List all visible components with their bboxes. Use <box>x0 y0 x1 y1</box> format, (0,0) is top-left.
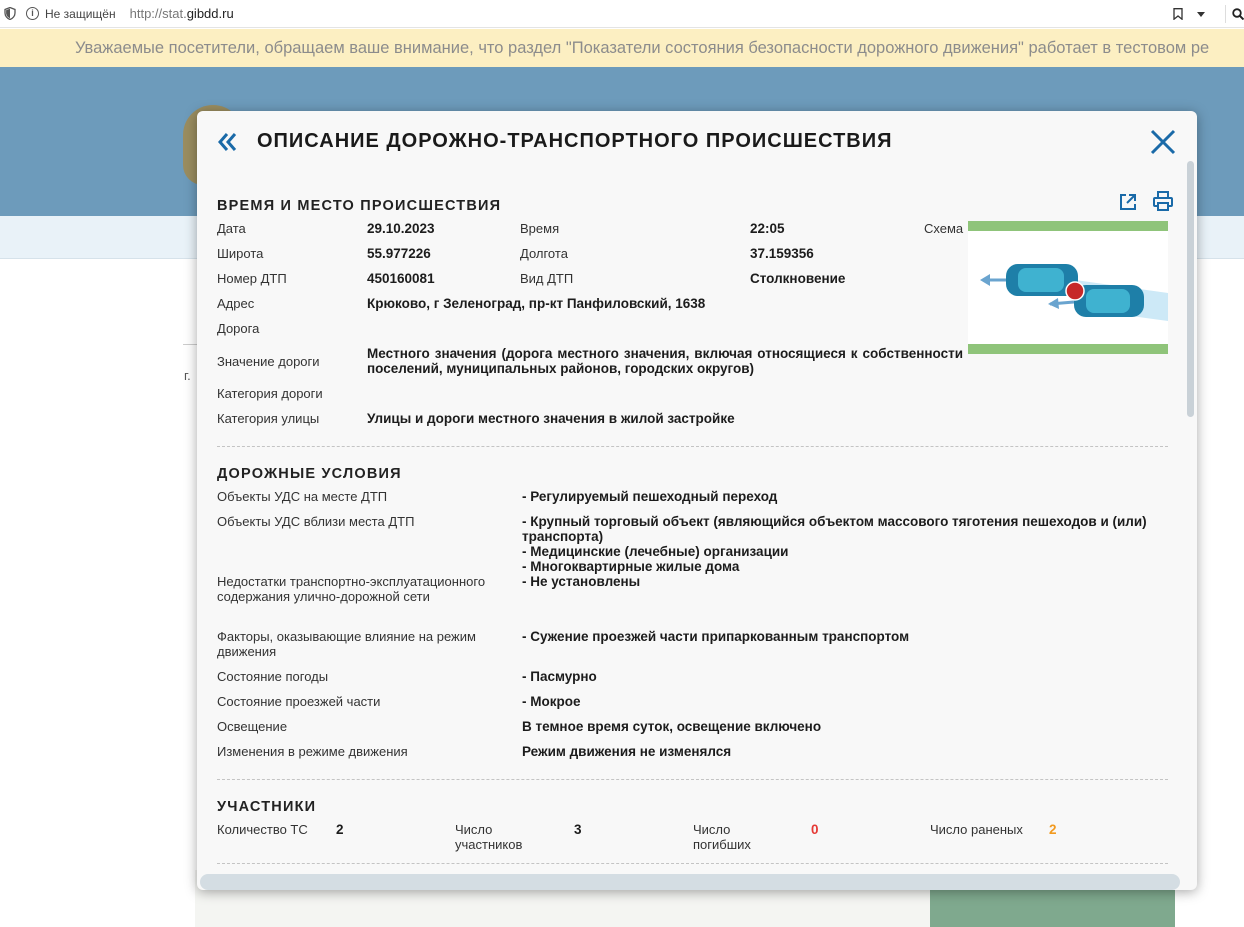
objects-near-item: - Многоквартирные жилые дома <box>522 559 740 574</box>
bookmark-icon[interactable] <box>1173 8 1183 20</box>
latitude-label: Широта <box>217 246 264 261</box>
side-text: г. <box>184 368 191 383</box>
number-label: Номер ДТП <box>217 271 287 286</box>
participants-label: Число участников <box>455 822 523 852</box>
longitude-label: Долгота <box>520 246 568 261</box>
vehicles-value: 2 <box>336 822 344 837</box>
injured-label: Число раненых <box>930 822 1023 837</box>
shield-icon[interactable] <box>4 7 16 20</box>
dropdown-icon[interactable] <box>1197 11 1205 17</box>
participants-value: 3 <box>574 822 582 837</box>
street-category-value: Улицы и дороги местного значения в жилой… <box>367 411 735 426</box>
close-icon[interactable] <box>1149 128 1177 156</box>
modal-title: ОПИСАНИЕ ДОРОЖНО-ТРАНСПОРТНОГО ПРОИСШЕСТ… <box>257 130 893 152</box>
road-category-label: Категория дороги <box>217 386 323 401</box>
accident-scheme-image[interactable] <box>968 221 1168 354</box>
regime-value: Режим движения не изменялся <box>522 744 732 759</box>
address-value: Крюково, г Зеленоград, пр-кт Панфиловски… <box>367 296 706 311</box>
url-prefix: http://stat. <box>129 6 187 21</box>
surface-value: - Мокрое <box>522 694 581 709</box>
time-label: Время <box>520 221 560 236</box>
street-category-label: Категория улицы <box>217 411 320 426</box>
defects-label: Недостатки транспортно-эксплуатационного… <box>217 574 486 604</box>
search-icon[interactable] <box>1232 8 1244 20</box>
url-field[interactable]: http://stat.gibdd.ru <box>130 6 234 21</box>
objects-at-label: Объекты УДС на месте ДТП <box>217 489 388 504</box>
section-divider <box>217 446 1168 447</box>
objects-near-values: - Крупный торговый объект (являющийся об… <box>522 514 1168 574</box>
objects-near-item: - Крупный торговый объект (являющийся об… <box>522 514 1147 544</box>
road-meaning-value: Местного значения (дорога местного значе… <box>367 346 963 376</box>
section-divider <box>217 779 1168 780</box>
longitude-value: 37.159356 <box>750 246 814 261</box>
number-value: 450160081 <box>367 271 435 286</box>
accident-modal: ОПИСАНИЕ ДОРОЖНО-ТРАНСПОРТНОГО ПРОИСШЕСТ… <box>197 111 1197 890</box>
weather-label: Состояние погоды <box>217 669 329 684</box>
killed-label: Число погибших <box>693 822 751 852</box>
horizontal-scrollbar[interactable] <box>200 874 1180 890</box>
objects-near-label: Объекты УДС вблизи места ДТП <box>217 514 415 529</box>
lighting-label: Освещение <box>217 719 288 734</box>
regime-label: Изменения в режиме движения <box>217 744 408 759</box>
factors-value: - Сужение проезжей части припаркованным … <box>522 629 910 644</box>
road-meaning-label: Значение дороги <box>217 354 320 369</box>
scheme-label: Схема <box>924 221 964 236</box>
address-label: Адрес <box>217 296 255 311</box>
section-title-participants: УЧАСТНИКИ <box>217 799 317 815</box>
time-value: 22:05 <box>750 221 785 236</box>
external-link-icon[interactable] <box>1119 193 1137 211</box>
surface-label: Состояние проезжей части <box>217 694 381 709</box>
objects-near-item: - Медицинские (лечебные) организации <box>522 544 789 559</box>
injured-value: 2 <box>1049 822 1057 837</box>
section-divider <box>217 863 1168 864</box>
objects-at-value: - Регулируемый пешеходный переход <box>522 489 778 504</box>
section-title-road-conditions: ДОРОЖНЫЕ УСЛОВИЯ <box>217 466 402 482</box>
road-label: Дорога <box>217 321 260 336</box>
print-icon[interactable] <box>1153 191 1173 211</box>
security-status[interactable]: Не защищён <box>45 7 116 21</box>
lighting-value: В темное время суток, освещение включено <box>522 719 822 734</box>
weather-value: - Пасмурно <box>522 669 597 684</box>
browser-address-bar: i Не защищён http://stat.gibdd.ru <box>0 0 1244 28</box>
killed-value: 0 <box>811 822 819 837</box>
toolbar-separator <box>1225 5 1226 23</box>
type-value: Столкновение <box>750 271 846 286</box>
type-label: Вид ДТП <box>520 271 574 286</box>
url-domain: gibdd.ru <box>186 6 234 21</box>
defects-value: - Не установлены <box>522 574 641 589</box>
factors-label: Факторы, оказывающие влияние на режим дв… <box>217 629 476 659</box>
latitude-value: 55.977226 <box>367 246 431 261</box>
info-icon[interactable]: i <box>26 7 39 20</box>
vehicles-label: Количество ТС <box>217 822 308 837</box>
double-chevron-left-icon[interactable] <box>217 131 239 153</box>
notice-banner: Уважаемые посетители, обращаем ваше вним… <box>0 29 1244 67</box>
vertical-scrollbar[interactable] <box>1187 161 1194 417</box>
section-title-time-place: ВРЕМЯ И МЕСТО ПРОИСШЕСТВИЯ <box>217 198 502 214</box>
date-value: 29.10.2023 <box>367 221 435 236</box>
date-label: Дата <box>217 221 246 236</box>
